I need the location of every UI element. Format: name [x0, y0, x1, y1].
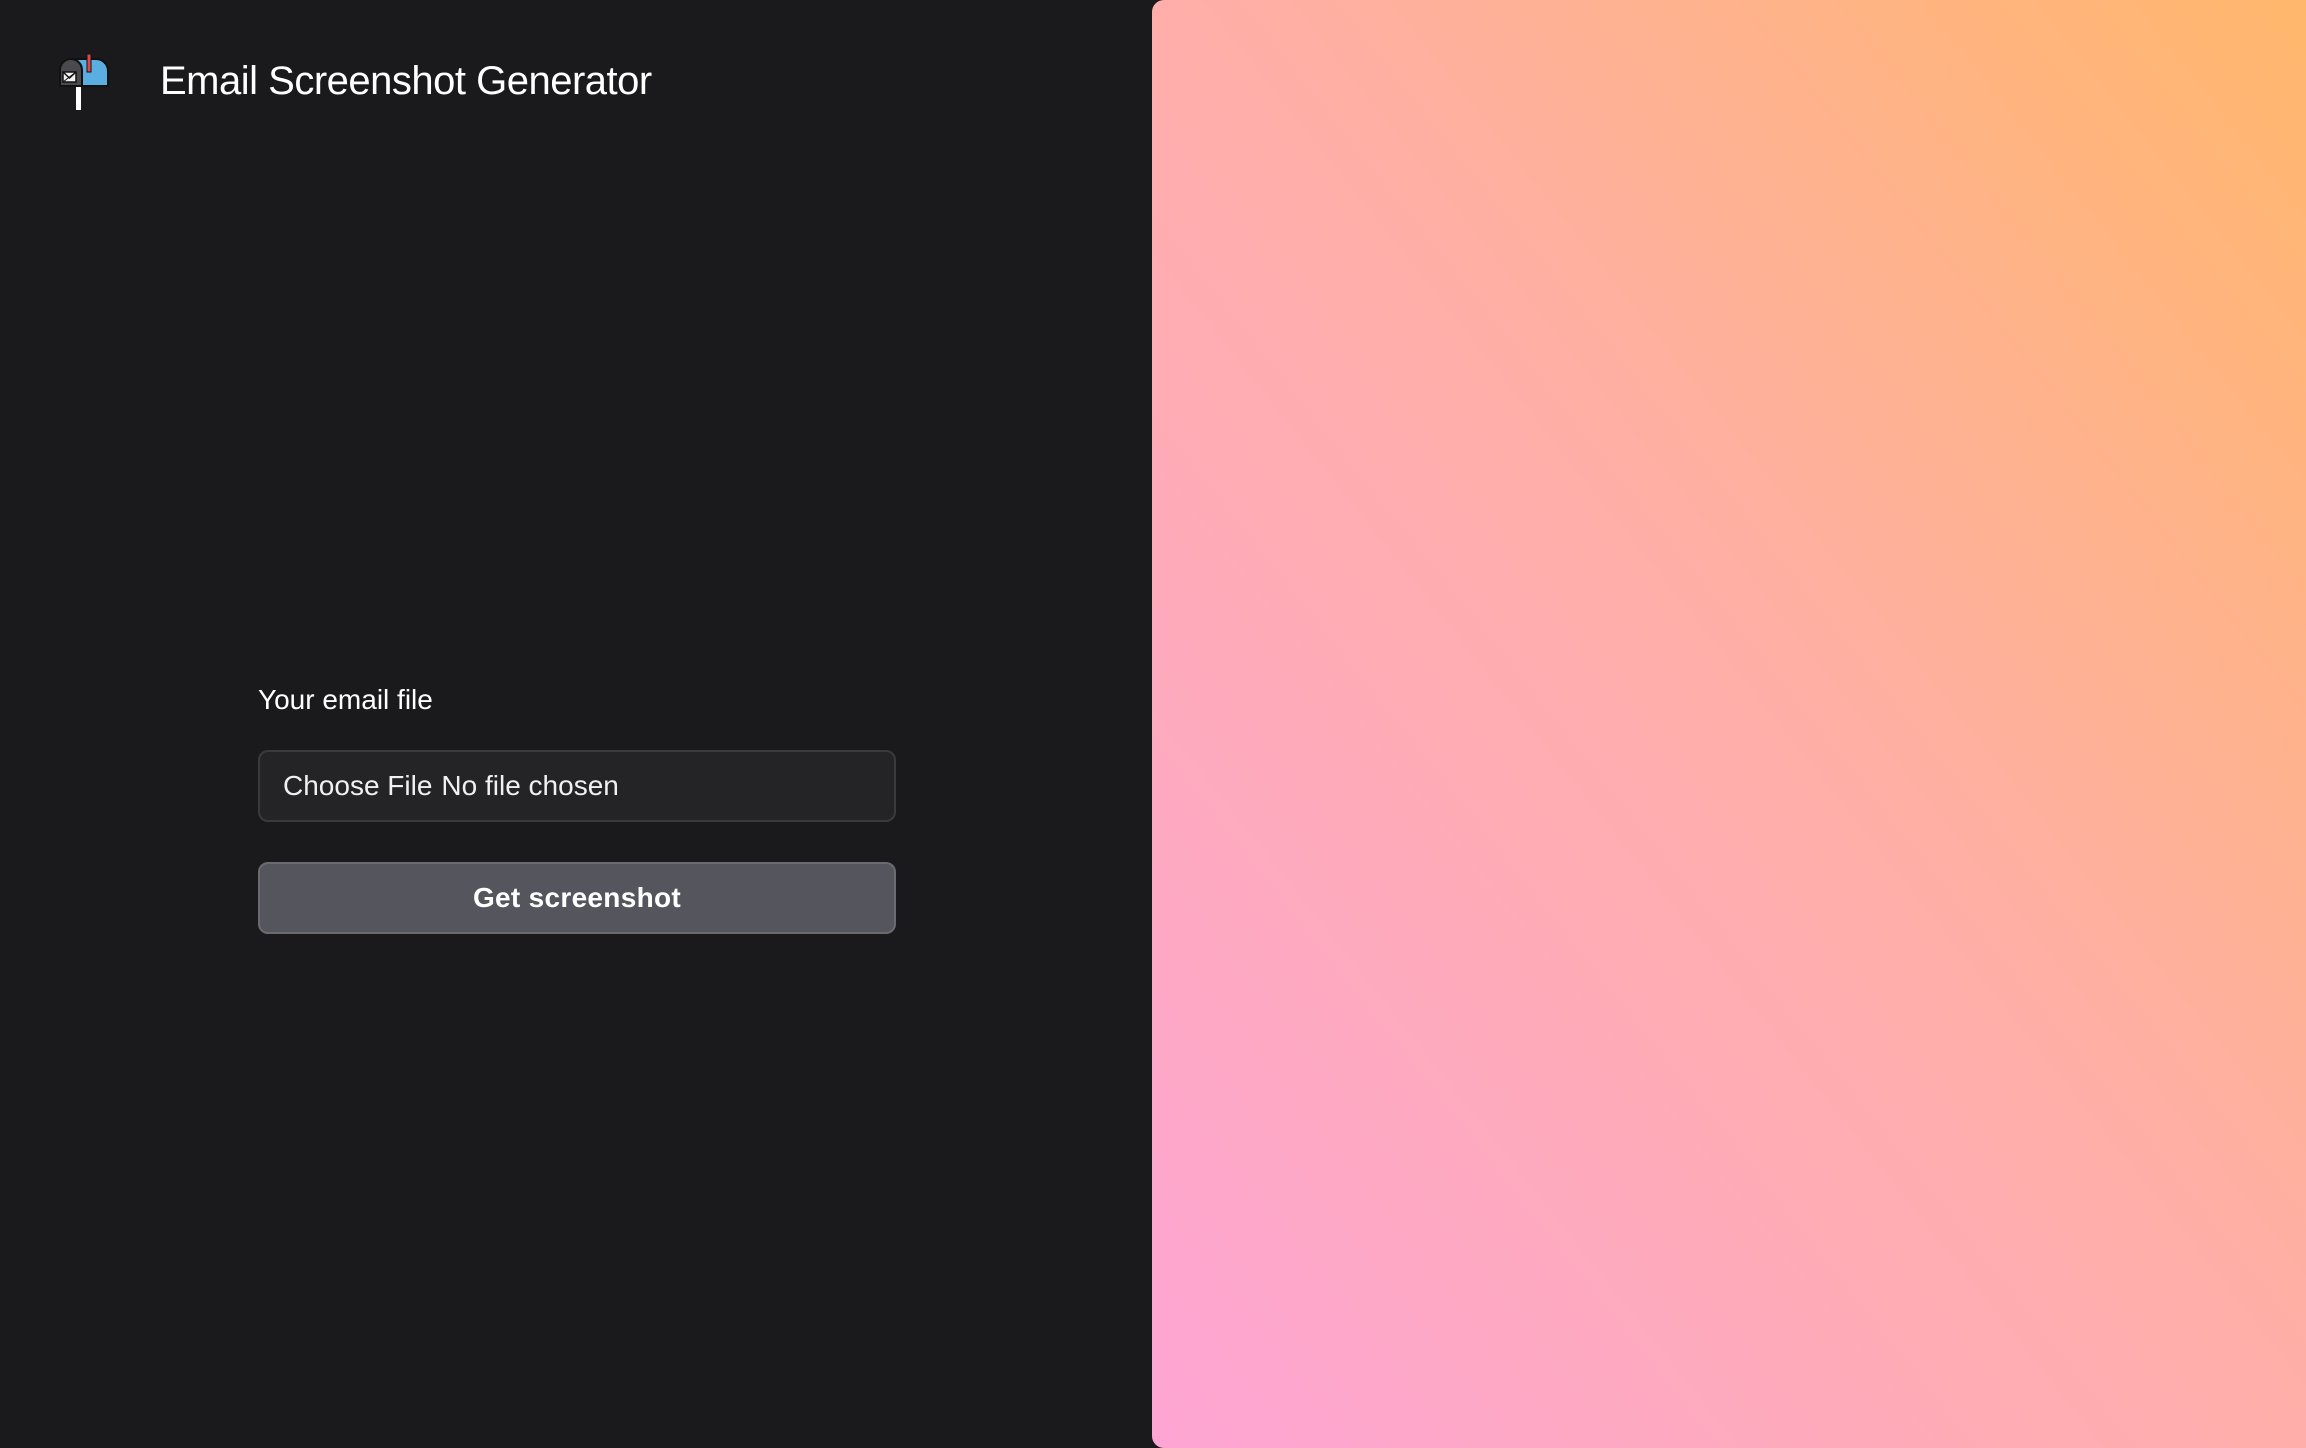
upload-form: Your email file Choose File No file chos… [258, 680, 896, 934]
get-screenshot-button[interactable]: Get screenshot [258, 862, 896, 934]
app-header: Email Screenshot Generator [52, 52, 652, 110]
file-status-text: No file chosen [441, 770, 619, 801]
email-file-input[interactable]: Choose File No file chosen [258, 750, 896, 822]
sidebar-panel: Email Screenshot Generator Your email fi… [0, 0, 1152, 1448]
page-title: Email Screenshot Generator [160, 58, 652, 103]
mailbox-icon [59, 53, 109, 110]
screenshot-preview-area [1152, 0, 2306, 1448]
email-file-label: Your email file [258, 684, 433, 715]
choose-file-button[interactable]: Choose File [283, 770, 432, 802]
